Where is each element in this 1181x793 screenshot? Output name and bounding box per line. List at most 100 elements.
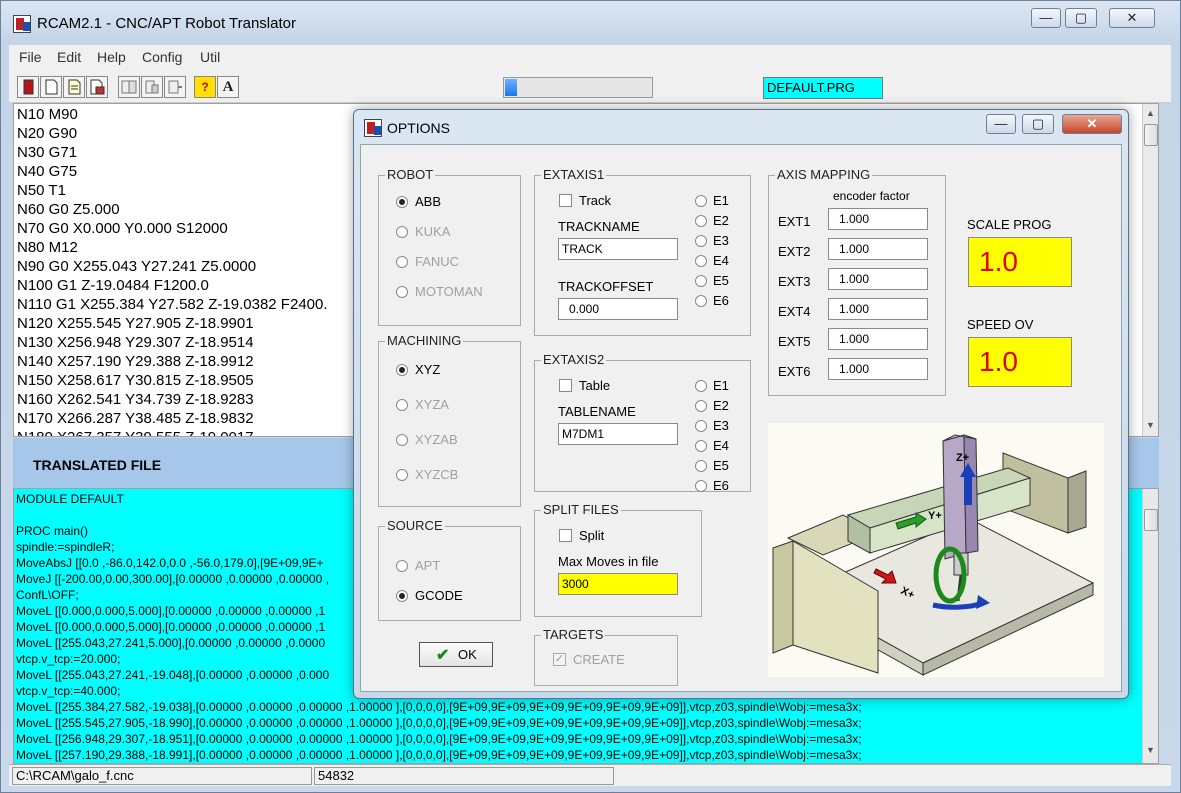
scroll-down-icon[interactable]: ▼ bbox=[1143, 745, 1158, 755]
maximize-button[interactable]: ▢ bbox=[1065, 8, 1097, 28]
source-code-line: N110 G1 X255.384 Y27.582 Z-19.0382 F2400… bbox=[17, 296, 328, 313]
scroll-down-icon[interactable]: ▼ bbox=[1143, 420, 1158, 430]
menu-config[interactable]: Config bbox=[142, 49, 182, 65]
robot-group-title: ROBOT bbox=[385, 167, 436, 182]
trackname-input[interactable]: TRACK bbox=[558, 238, 678, 260]
machining-xyz-label: XYZ bbox=[415, 362, 441, 377]
speed-ov-input[interactable]: 1.0 bbox=[968, 337, 1072, 387]
axis-mapping-label: EXT5 bbox=[778, 334, 811, 349]
axis-mapping-group: AXIS MAPPING encoder factor EXT1 1.000 EXT… bbox=[768, 167, 946, 396]
machining-xyza-radio[interactable] bbox=[396, 399, 408, 411]
save-file-icon[interactable] bbox=[86, 76, 108, 98]
speed-ov-label: SPEED OV bbox=[967, 317, 1034, 332]
menu-help[interactable]: Help bbox=[97, 49, 126, 65]
dialog-close-button[interactable]: ✕ bbox=[1062, 114, 1122, 134]
table-label: Table bbox=[579, 378, 611, 393]
encoder-factor-input[interactable]: 1.000 bbox=[828, 268, 928, 290]
close-button[interactable]: ✕ bbox=[1109, 8, 1155, 28]
title-bar[interactable]: RCAM2.1 - CNC/APT Robot Translator — ▢ ✕ bbox=[1, 1, 1181, 45]
menu-util[interactable]: Util bbox=[200, 49, 220, 65]
dialog-minimize-button[interactable]: — bbox=[986, 114, 1016, 134]
dialog-maximize-button[interactable]: ▢ bbox=[1022, 114, 1054, 134]
robot-kuka-radio[interactable] bbox=[396, 226, 408, 238]
robot-fanuc-radio[interactable] bbox=[396, 256, 408, 268]
help-icon[interactable]: ? bbox=[194, 76, 216, 98]
axis-radio-6[interactable] bbox=[695, 480, 707, 492]
translate-icon[interactable] bbox=[118, 76, 140, 98]
robot-motoman-radio[interactable] bbox=[396, 286, 408, 298]
minimize-button[interactable]: — bbox=[1031, 8, 1061, 28]
font-icon[interactable]: A bbox=[217, 76, 239, 98]
encoder-factor-input[interactable]: 1.000 bbox=[828, 328, 928, 350]
max-moves-input[interactable]: 3000 bbox=[558, 573, 678, 595]
translated-code-line: MoveL [[255.043,27.241,5.000],[0.00000 ,… bbox=[16, 636, 326, 650]
axis-radio-label: E3 bbox=[713, 233, 729, 248]
export-icon[interactable] bbox=[164, 76, 186, 98]
translated-code-line: MoveL [[255.384,27.582,-19.038],[0.00000… bbox=[16, 700, 862, 714]
new-file-icon[interactable] bbox=[40, 76, 62, 98]
exit-icon[interactable] bbox=[17, 76, 39, 98]
encoder-factor-input[interactable]: 1.000 bbox=[828, 238, 928, 260]
trackname-label: TRACKNAME bbox=[558, 219, 640, 234]
axis-mapping-group-title: AXIS MAPPING bbox=[775, 167, 873, 182]
axis-radio-3[interactable] bbox=[695, 420, 707, 432]
translated-scrollbar[interactable]: ▼ bbox=[1142, 489, 1158, 763]
split-checkbox[interactable] bbox=[559, 529, 572, 542]
axis-radio-6[interactable] bbox=[695, 295, 707, 307]
machining-xyzab-radio[interactable] bbox=[396, 434, 408, 446]
menu-edit[interactable]: Edit bbox=[57, 49, 81, 65]
encoder-factor-input[interactable]: 1.000 bbox=[828, 298, 928, 320]
axis-mapping-label: EXT2 bbox=[778, 244, 811, 259]
create-checkbox[interactable]: ✓ bbox=[553, 653, 566, 666]
source-scrollbar[interactable]: ▲ ▼ bbox=[1142, 104, 1158, 436]
encoder-factor-input[interactable]: 1.000 bbox=[828, 358, 928, 380]
source-code-line: N10 M90 bbox=[17, 106, 78, 123]
translate-all-icon[interactable] bbox=[141, 76, 163, 98]
robot-abb-radio[interactable] bbox=[396, 196, 408, 208]
source-code-line: N30 G71 bbox=[17, 144, 78, 161]
table-checkbox[interactable] bbox=[559, 379, 572, 392]
source-code-line: N140 X257.190 Y29.388 Z-18.9912 bbox=[17, 353, 254, 370]
open-file-icon[interactable] bbox=[63, 76, 85, 98]
axis-mapping-label: EXT1 bbox=[778, 214, 811, 229]
track-checkbox[interactable] bbox=[559, 194, 572, 207]
robot-fanuc-label: FANUC bbox=[415, 254, 460, 269]
checkmark-icon: ✔ bbox=[436, 647, 450, 664]
tablename-input[interactable]: M7DM1 bbox=[558, 423, 678, 445]
axis-radio-3[interactable] bbox=[695, 235, 707, 247]
ok-button[interactable]: ✔ OK bbox=[419, 642, 493, 667]
dialog-body: ROBOT ABB KUKA FANUC MOTOMAN MACHINING X… bbox=[360, 144, 1122, 692]
axis-radio-5[interactable] bbox=[695, 275, 707, 287]
tablename-label: TABLENAME bbox=[558, 404, 636, 419]
progress-fill bbox=[505, 79, 517, 96]
source-code-line: N160 X262.541 Y34.739 Z-18.9283 bbox=[17, 391, 254, 408]
machining-xyz-radio[interactable] bbox=[396, 364, 408, 376]
source-code-line: N60 G0 Z5.000 bbox=[17, 201, 120, 218]
program-name-field[interactable]: DEFAULT.PRG bbox=[763, 77, 883, 99]
trackoffset-input[interactable]: 0.000 bbox=[558, 298, 678, 320]
axis-radio-4[interactable] bbox=[695, 440, 707, 452]
axis-radio-1[interactable] bbox=[695, 195, 707, 207]
source-gcode-label: GCODE bbox=[415, 588, 463, 603]
axis-radio-4[interactable] bbox=[695, 255, 707, 267]
source-apt-radio[interactable] bbox=[396, 560, 408, 572]
source-code-line: N50 T1 bbox=[17, 182, 66, 199]
scroll-up-icon[interactable]: ▲ bbox=[1143, 108, 1158, 118]
encoder-factor-input[interactable]: 1.000 bbox=[828, 208, 928, 230]
axis-radio-1[interactable] bbox=[695, 380, 707, 392]
scale-prog-input[interactable]: 1.0 bbox=[968, 237, 1072, 287]
axis-radio-2[interactable] bbox=[695, 400, 707, 412]
machining-xyzcb-radio[interactable] bbox=[396, 469, 408, 481]
y-axis-label: Y+ bbox=[928, 510, 942, 522]
axis-radio-label: E3 bbox=[713, 418, 729, 433]
axis-radio-5[interactable] bbox=[695, 460, 707, 472]
menu-bar: File Edit Help Config Util bbox=[9, 45, 1171, 71]
scroll-thumb[interactable] bbox=[1144, 124, 1158, 146]
menu-file[interactable]: File bbox=[19, 49, 42, 65]
axis-radio-2[interactable] bbox=[695, 215, 707, 227]
axis-mapping-label: EXT6 bbox=[778, 364, 811, 379]
source-gcode-radio[interactable] bbox=[396, 590, 408, 602]
translated-code-line: MoveAbsJ [[0.0 ,-86.0,142.0,0.0 ,-56.0,1… bbox=[16, 556, 324, 570]
translated-code-line: ConfL\OFF; bbox=[16, 588, 79, 602]
scroll-thumb[interactable] bbox=[1144, 509, 1158, 531]
